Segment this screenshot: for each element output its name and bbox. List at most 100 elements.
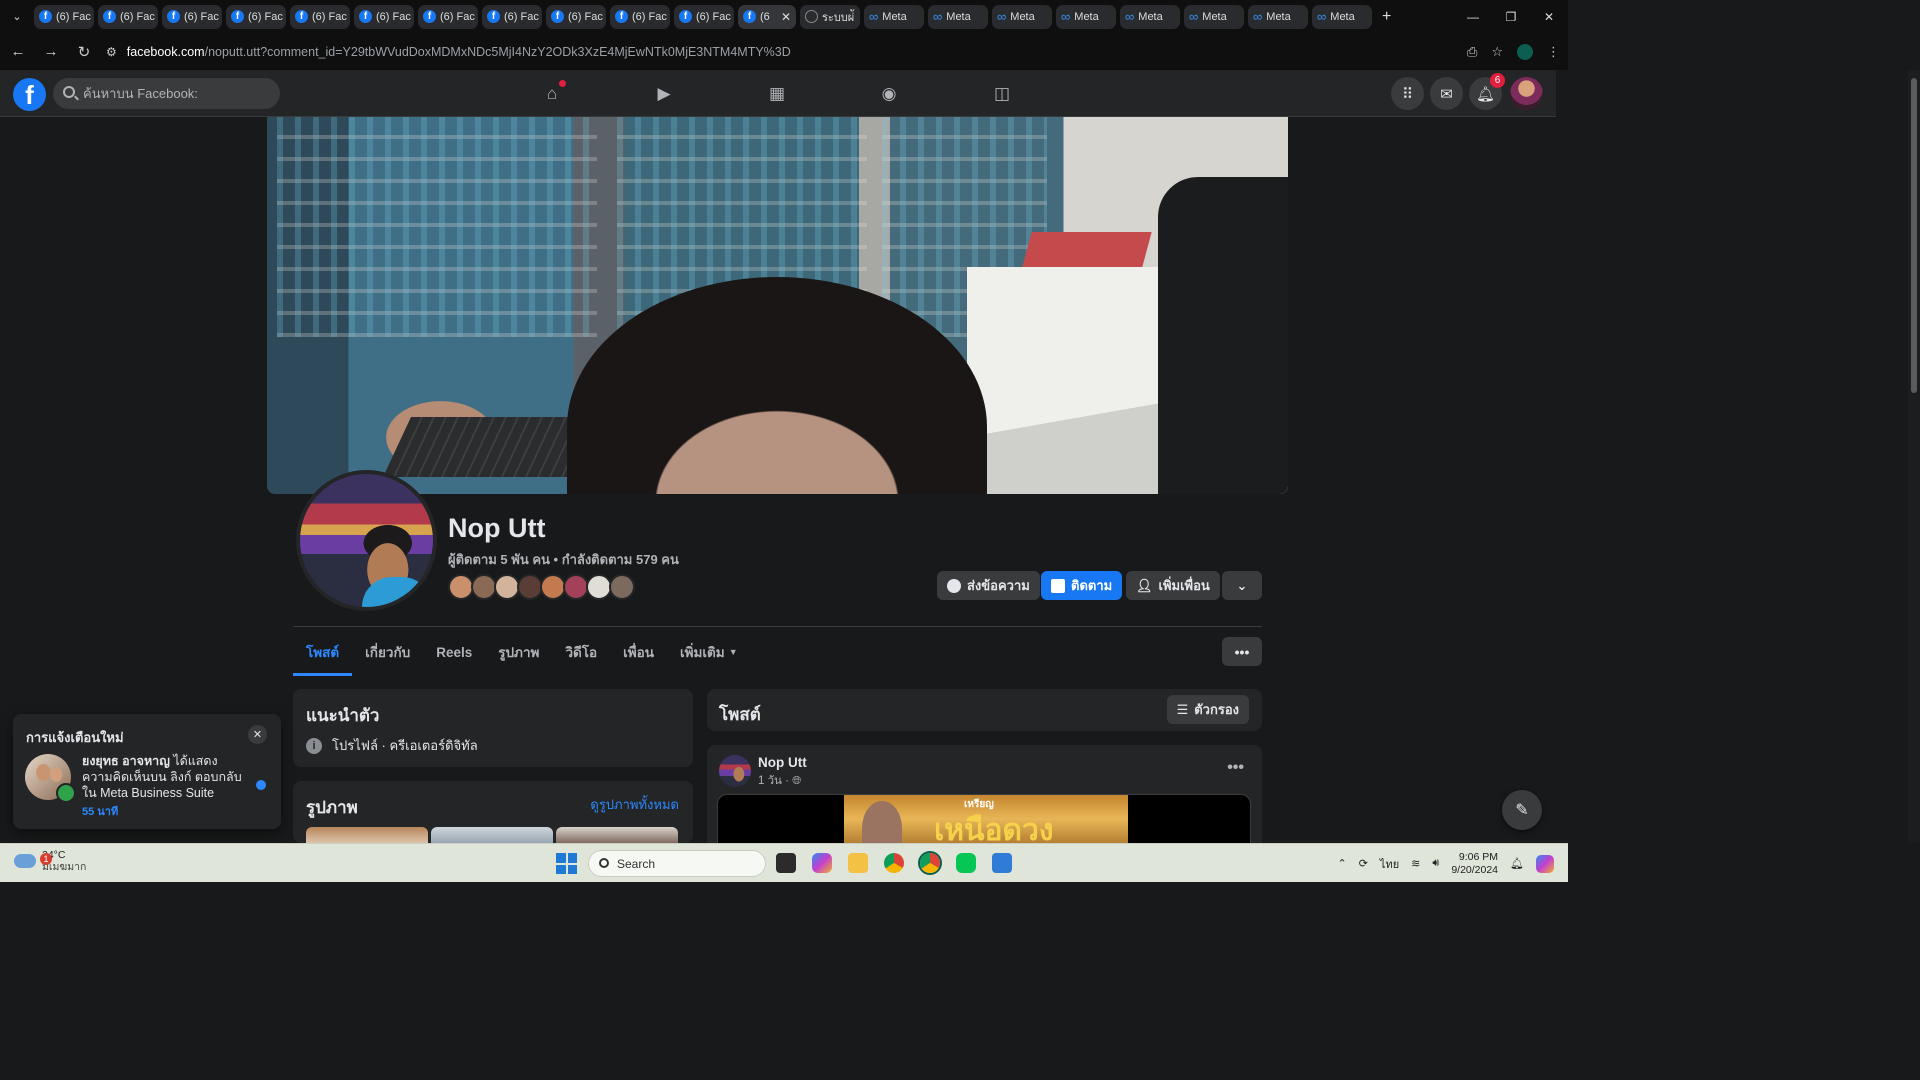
- taskbar-clock[interactable]: 9:06 PM 9/20/2024: [1451, 851, 1498, 877]
- close-window-icon[interactable]: ✕: [1530, 0, 1568, 33]
- mutual-friends-avatars[interactable]: [448, 574, 635, 600]
- restore-icon[interactable]: ❐: [1492, 0, 1530, 33]
- meta-icon: ∞: [1061, 9, 1071, 24]
- file-explorer-icon[interactable]: [848, 853, 868, 873]
- language-indicator[interactable]: ไทย: [1380, 855, 1399, 873]
- copilot-tray-icon[interactable]: [1536, 854, 1554, 873]
- url-host: facebook.com: [126, 44, 205, 59]
- browser-tab[interactable]: ∞ Meta: [992, 4, 1052, 29]
- notification-center-icon[interactable]: 🔔︎: [1510, 857, 1524, 870]
- profile-tab[interactable]: รูปภาพ: [485, 628, 552, 676]
- site-info-icon[interactable]: ⚙: [106, 45, 117, 59]
- post-author-name[interactable]: Nop Utt: [758, 755, 807, 770]
- browser-tab[interactable]: f (6) Fac: [226, 4, 286, 29]
- post-image[interactable]: เหรียญ เหนือดวง: [717, 794, 1251, 843]
- line-app-icon[interactable]: [956, 853, 976, 873]
- wifi-icon[interactable]: ≋: [1411, 857, 1420, 870]
- reload-icon[interactable]: ↻: [69, 37, 99, 67]
- new-notification-toast[interactable]: การแจ้งเตือนใหม่ ✕ ยงยุทธ อาจหาญ ได้แสดง…: [13, 714, 281, 829]
- add-friend-button[interactable]: 👤︎ เพิ่มเพื่อน: [1126, 571, 1220, 600]
- friend-avatar[interactable]: [609, 574, 635, 600]
- minimize-icon[interactable]: —: [1454, 0, 1492, 33]
- profile-tab[interactable]: เกี่ยวกับ: [352, 628, 423, 676]
- tab-search-chevron-icon[interactable]: ⌄: [4, 4, 30, 30]
- profile-picture[interactable]: [296, 470, 437, 611]
- browser-tab[interactable]: f (6) Fac: [674, 4, 734, 29]
- close-icon[interactable]: ✕: [248, 725, 267, 744]
- account-avatar[interactable]: [1510, 77, 1543, 110]
- photo-thumbnail[interactable]: [556, 827, 678, 843]
- forward-icon[interactable]: →: [36, 37, 66, 67]
- cover-photo[interactable]: [267, 117, 1288, 494]
- groups-icon[interactable]: ◉: [877, 82, 901, 106]
- close-tab-icon[interactable]: ✕: [781, 10, 791, 24]
- browser-tab[interactable]: ∞ Meta: [1248, 4, 1308, 29]
- intro-item-text: โปรไฟล์ · ครีเอเตอร์ดิจิทัล: [332, 738, 478, 753]
- new-tab-button[interactable]: +: [1382, 8, 1391, 26]
- photo-thumbnail[interactable]: [431, 827, 553, 843]
- chevron-up-icon[interactable]: ⌃: [1337, 857, 1346, 870]
- browser-tab[interactable]: ∞ Meta: [864, 4, 924, 29]
- browser-tab[interactable]: f (6) Fac: [98, 4, 158, 29]
- profile-tab[interactable]: เพื่อน: [610, 628, 667, 676]
- browser-tab[interactable]: f (6) Fac: [546, 4, 606, 29]
- messenger-icon[interactable]: ✉: [1430, 77, 1463, 110]
- message-button[interactable]: ส่งข้อความ: [937, 571, 1040, 600]
- browser-tab[interactable]: f (6 ✕: [738, 4, 796, 29]
- browser-profile-icon[interactable]: [1517, 43, 1533, 60]
- back-icon[interactable]: ←: [3, 37, 33, 67]
- tabs-more-options-button[interactable]: •••: [1222, 637, 1262, 666]
- task-view-icon[interactable]: [776, 853, 796, 873]
- scrollbar-thumb[interactable]: [1911, 78, 1917, 393]
- profile-tab[interactable]: วิดีโอ: [552, 628, 610, 676]
- url-input[interactable]: ⚙ facebook.com/noputt.utt?comment_id=Y29…: [98, 38, 1498, 65]
- browser-tab[interactable]: ∞ Meta: [1184, 4, 1244, 29]
- windows-start-icon[interactable]: [556, 853, 577, 874]
- profile-tab[interactable]: Reels: [423, 628, 485, 676]
- browser-tab[interactable]: f (6) Fac: [162, 4, 222, 29]
- see-all-photos-link[interactable]: ดูรูปภาพทั้งหมด: [590, 794, 679, 815]
- filter-button[interactable]: ☰ ตัวกรอง: [1166, 695, 1249, 724]
- browser-tab-label: (6) Fac: [440, 10, 475, 23]
- browser-tab[interactable]: f (6) Fac: [354, 4, 414, 29]
- browser-tab[interactable]: f (6) Fac: [34, 4, 94, 29]
- sync-icon[interactable]: ⟳: [1359, 857, 1368, 870]
- install-app-icon[interactable]: ⎙: [1467, 44, 1477, 60]
- browser-tab[interactable]: f (6) Fac: [290, 4, 350, 29]
- post-more-options-icon[interactable]: •••: [1227, 759, 1244, 777]
- more-actions-button[interactable]: ⌄: [1222, 571, 1262, 600]
- browser-tab[interactable]: f (6) Fac: [418, 4, 478, 29]
- photo-thumbnail[interactable]: [306, 827, 428, 843]
- browser-menu-icon[interactable]: ⋮: [1547, 44, 1560, 60]
- browser-tab[interactable]: ∞ Meta: [1056, 4, 1116, 29]
- facebook-search-input[interactable]: ค้นหาบน Facebook:: [53, 78, 280, 109]
- browser-tab[interactable]: ∞ Meta: [1120, 4, 1180, 29]
- new-message-compose-icon[interactable]: ✎: [1502, 790, 1542, 830]
- follow-button[interactable]: ติดตาม: [1041, 571, 1123, 600]
- browser-tab[interactable]: f (6) Fac: [610, 4, 670, 29]
- browser-tab[interactable]: ∞ Meta: [1312, 4, 1372, 29]
- bookmark-star-icon[interactable]: ☆: [1491, 44, 1503, 60]
- post-author-avatar[interactable]: [719, 755, 751, 787]
- profile-tab[interactable]: โพสต์: [293, 628, 353, 676]
- page-scrollbar[interactable]: [1908, 70, 1920, 843]
- notepad-icon[interactable]: [992, 853, 1012, 873]
- browser-tab[interactable]: ∞ Meta: [928, 4, 988, 29]
- weather-widget[interactable]: 1 24°C มีเมฆมาก: [14, 849, 86, 873]
- browser-tab-label: Meta: [1010, 10, 1035, 23]
- taskbar-search[interactable]: Search: [588, 850, 766, 877]
- browser-tab[interactable]: ระบบผ่ั: [800, 4, 860, 29]
- volume-icon[interactable]: 🔊︎: [1432, 857, 1439, 870]
- menu-grid-icon[interactable]: ⠿: [1391, 77, 1424, 110]
- profile-follow-stats[interactable]: ผู้ติดตาม 5 พัน คน • กำลังติดตาม 579 คน: [448, 549, 679, 570]
- facebook-logo-icon[interactable]: f: [13, 78, 46, 111]
- chrome-profile-icon[interactable]: [920, 853, 940, 873]
- post-meta[interactable]: 1 วัน · 🌐︎: [758, 772, 801, 790]
- copilot-icon[interactable]: [812, 853, 832, 873]
- browser-tab[interactable]: f (6) Fac: [482, 4, 542, 29]
- gaming-icon[interactable]: ◫: [990, 82, 1014, 106]
- video-icon[interactable]: ▶: [652, 82, 676, 106]
- marketplace-icon[interactable]: ▦: [765, 82, 789, 106]
- profile-tab[interactable]: เพิ่มเติม ▼: [667, 628, 751, 676]
- chrome-icon[interactable]: [884, 853, 904, 873]
